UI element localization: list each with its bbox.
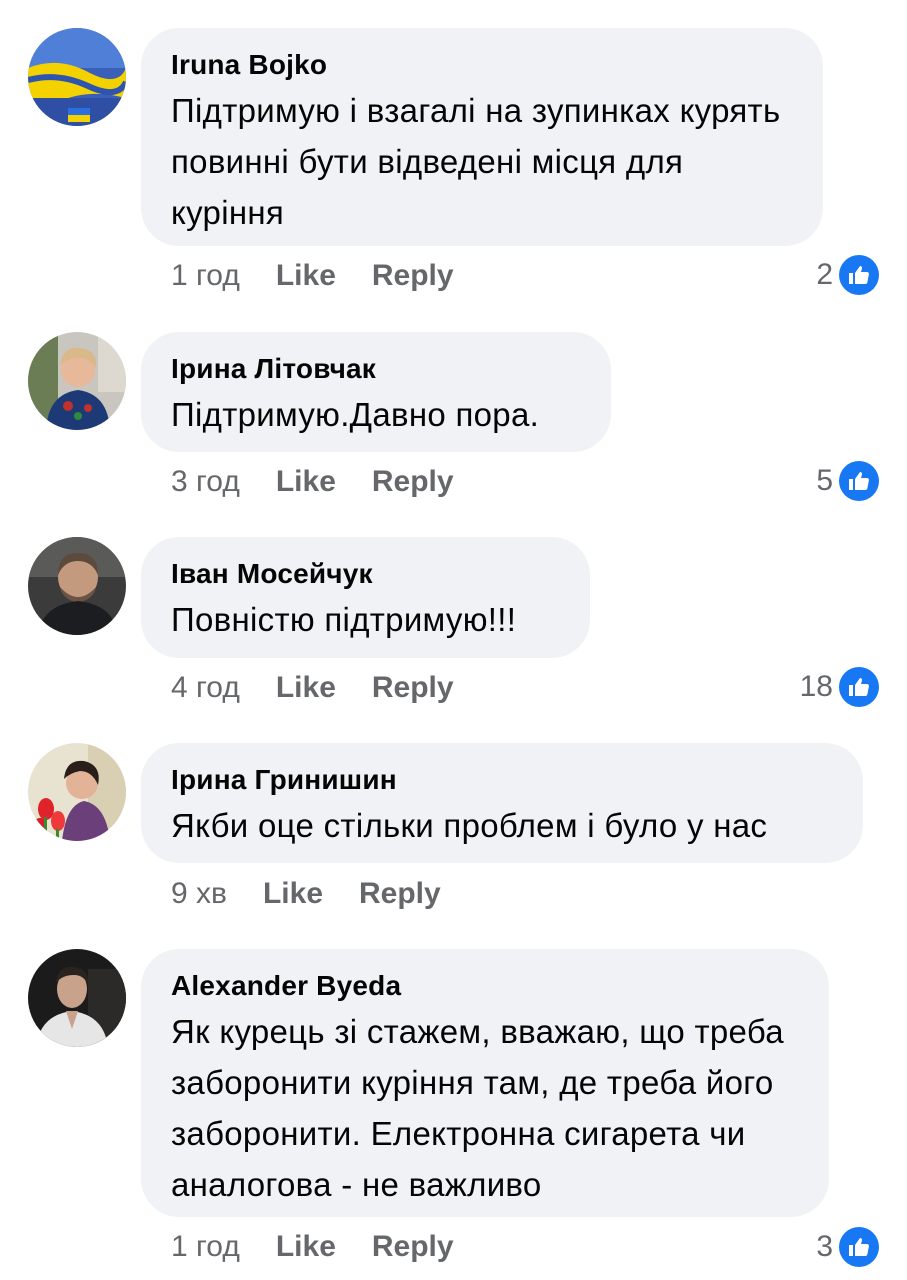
reaction-count: 3	[816, 1230, 833, 1263]
comment-text: Підтримую.Давно пора.	[171, 396, 540, 433]
reaction-count: 5	[816, 464, 833, 497]
comment-actions: 1 год Like Reply	[171, 258, 454, 294]
reply-button[interactable]: Reply	[372, 258, 454, 294]
avatar-image	[28, 743, 126, 841]
comment-time[interactable]: 1 год	[171, 1229, 240, 1265]
like-icon	[839, 255, 879, 295]
comment-bubble: Iruna Bojko Підтримую і взагалі на зупин…	[141, 28, 823, 246]
comment-actions: 3 год Like Reply	[171, 464, 454, 500]
comment-time[interactable]: 3 год	[171, 464, 240, 500]
like-icon	[839, 461, 879, 501]
comment-text: Як курець зі стажем, вважаю, що треба за…	[171, 1013, 784, 1203]
like-button[interactable]: Like	[276, 464, 336, 500]
comment-bubble: Ірина Гринишин Якби оце стільки проблем …	[141, 743, 863, 863]
avatar[interactable]	[28, 28, 126, 126]
comment-text: Повністю підтримую!!!	[171, 601, 517, 638]
like-icon	[839, 667, 879, 707]
comment-text: Підтримую і взагалі на зупинках курять п…	[171, 92, 781, 231]
reply-button[interactable]: Reply	[372, 464, 454, 500]
reaction-count: 2	[816, 258, 833, 291]
comment-bubble: Ірина Літовчак Підтримую.Давно пора.	[141, 332, 611, 452]
reaction-summary[interactable]: 18	[800, 667, 879, 707]
comment-author[interactable]: Iruna Bojko	[171, 48, 793, 82]
comment-actions: 9 хв Like Reply	[171, 876, 441, 912]
comment-author[interactable]: Ірина Гринишин	[171, 763, 833, 797]
comment-author[interactable]: Іван Мосейчук	[171, 557, 560, 591]
avatar-image	[28, 28, 126, 126]
avatar[interactable]	[28, 743, 126, 841]
comment-actions: 1 год Like Reply	[171, 1229, 454, 1265]
avatar-image	[28, 332, 126, 430]
reaction-summary[interactable]: 5	[816, 461, 879, 501]
reaction-summary[interactable]: 3	[816, 1227, 879, 1267]
reaction-summary[interactable]: 2	[816, 255, 879, 295]
comment-author[interactable]: Alexander Byeda	[171, 969, 799, 1003]
comment-author[interactable]: Ірина Літовчак	[171, 352, 581, 386]
avatar[interactable]	[28, 537, 126, 635]
like-icon	[839, 1227, 879, 1267]
comment-time[interactable]: 9 хв	[171, 876, 227, 912]
reply-button[interactable]: Reply	[372, 670, 454, 706]
avatar[interactable]	[28, 949, 126, 1047]
comment-bubble: Іван Мосейчук Повністю підтримую!!!	[141, 537, 590, 658]
reply-button[interactable]: Reply	[359, 876, 441, 912]
avatar-image	[28, 537, 126, 635]
like-button[interactable]: Like	[276, 1229, 336, 1265]
avatar[interactable]	[28, 332, 126, 430]
comment-text: Якби оце стільки проблем і було у нас	[171, 807, 768, 844]
comment-bubble: Alexander Byeda Як курець зі стажем, вва…	[141, 949, 829, 1217]
comment-time[interactable]: 4 год	[171, 670, 240, 706]
comment-actions: 4 год Like Reply	[171, 670, 454, 706]
reaction-count: 18	[799, 670, 833, 703]
like-button[interactable]: Like	[263, 876, 323, 912]
like-button[interactable]: Like	[276, 258, 336, 294]
comment-time[interactable]: 1 год	[171, 258, 240, 294]
like-button[interactable]: Like	[276, 670, 336, 706]
avatar-image	[28, 949, 126, 1047]
reply-button[interactable]: Reply	[372, 1229, 454, 1265]
